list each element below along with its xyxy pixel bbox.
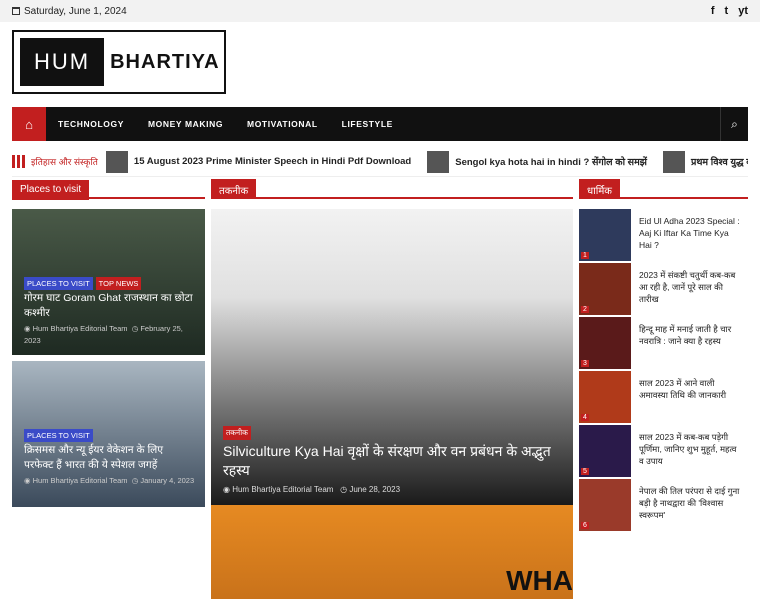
- list-item[interactable]: 4 साल 2023 में आने वाली अमावस्या तिथि की…: [579, 371, 748, 423]
- logo-right: BHARTIYA: [110, 50, 220, 73]
- list-item[interactable]: 6 नेपाल की तिल परंपरा से दाई गुना बड़ी ह…: [579, 479, 748, 531]
- nav-item-money-making[interactable]: MONEY MAKING: [136, 119, 235, 129]
- calendar-icon: [12, 7, 20, 15]
- image-text: WHA: [506, 565, 573, 596]
- second-post-image[interactable]: WHA: [211, 505, 573, 599]
- category-badge[interactable]: तकनीक: [223, 426, 251, 440]
- nav-item-lifestyle[interactable]: LIFESTYLE: [330, 119, 405, 129]
- ticker-item[interactable]: Sengol kya hota hai in hindi ? सेंगोल को…: [427, 150, 647, 173]
- date-display: Saturday, June 1, 2024: [12, 6, 127, 17]
- home-icon[interactable]: ⌂: [12, 107, 46, 141]
- post-card[interactable]: PLACES TO VISIT TOP NEWS गोरम घाट Goram …: [12, 209, 205, 355]
- category-badge[interactable]: PLACES TO VISIT: [24, 429, 93, 442]
- places-column: Places to visit PLACES TO VISIT TOP NEWS…: [12, 179, 205, 513]
- site-header: HUM BHARTIYA: [0, 22, 760, 107]
- logo-left: HUM: [20, 38, 105, 86]
- post-meta: ◉ Hum Bhartiya Editorial Team ◷ January …: [24, 476, 195, 485]
- ticker-thumb: [105, 150, 128, 173]
- top-bar: Saturday, June 1, 2024 f t yt: [0, 0, 760, 22]
- category-badge[interactable]: TOP NEWS: [95, 277, 142, 290]
- twitter-icon[interactable]: t: [725, 5, 729, 17]
- news-ticker: इतिहास और संस्कृति 15 August 2023 Prime …: [12, 147, 748, 177]
- facebook-icon[interactable]: f: [711, 5, 715, 17]
- section-heading: तकनीक: [211, 179, 573, 199]
- date-text: Saturday, June 1, 2024: [24, 5, 127, 17]
- nav-item-technology[interactable]: TECHNOLOGY: [46, 119, 136, 129]
- ticker-item[interactable]: 15 August 2023 Prime Minister Speech in …: [105, 150, 411, 173]
- youtube-icon[interactable]: yt: [738, 5, 748, 17]
- search-icon[interactable]: ⌕: [720, 107, 748, 141]
- list-item[interactable]: 5 साल 2023 में कब-कब पड़ेगी पूर्णिमा, जा…: [579, 425, 748, 477]
- nav-item-motivational[interactable]: MOTIVATIONAL: [235, 119, 330, 129]
- post-meta: ◉ Hum Bhartiya Editorial Team ◷ February…: [24, 324, 183, 345]
- section-heading: धार्मिक: [579, 179, 748, 199]
- featured-post[interactable]: तकनीक Silviculture Kya Hai वृक्षों के सं…: [211, 209, 573, 505]
- religion-column: धार्मिक 1 Eid Ul Adha 2023 Special : Aaj…: [579, 179, 748, 533]
- post-meta: ◉ Hum Bhartiya Editorial Team ◷ June 28,…: [223, 485, 401, 494]
- post-title[interactable]: Silviculture Kya Hai वृक्षों के संरक्षण …: [223, 442, 561, 480]
- site-logo[interactable]: HUM BHARTIYA: [12, 30, 226, 94]
- list-item[interactable]: 3 हिन्दू माह में मनाई जाती है चार नवरात्…: [579, 317, 748, 369]
- post-card[interactable]: PLACES TO VISIT क्रिसमस और न्यू ईयर वेके…: [12, 361, 205, 507]
- technology-column: तकनीक तकनीक Silviculture Kya Hai वृक्षों…: [211, 179, 573, 599]
- list-item[interactable]: 1 Eid Ul Adha 2023 Special : Aaj Ki Ifta…: [579, 209, 748, 261]
- section-heading: Places to visit: [12, 179, 205, 200]
- list-item[interactable]: 2 2023 में संकष्टी चतुर्थी कब-कब आ रही ह…: [579, 263, 748, 315]
- ticker-thumb: [427, 150, 450, 173]
- ticker-icon: [12, 155, 25, 168]
- ticker-thumb: [662, 150, 685, 173]
- social-links: f t yt: [711, 5, 748, 17]
- post-title[interactable]: गोरम घाट Goram Ghat राजस्थान का छोटा कश्…: [24, 291, 195, 321]
- category-badge[interactable]: PLACES TO VISIT: [24, 277, 93, 290]
- main-nav: ⌂ TECHNOLOGY MONEY MAKING MOTIVATIONAL L…: [12, 107, 748, 141]
- post-title[interactable]: क्रिसमस और न्यू ईयर वेकेशन के लिए परफेक्…: [24, 443, 195, 473]
- ticker-label: इतिहास और संस्कृति: [31, 157, 98, 167]
- ticker-item[interactable]: प्रथम विश्व युद्ध कब हुआ और यह कब तक चला: [662, 150, 748, 173]
